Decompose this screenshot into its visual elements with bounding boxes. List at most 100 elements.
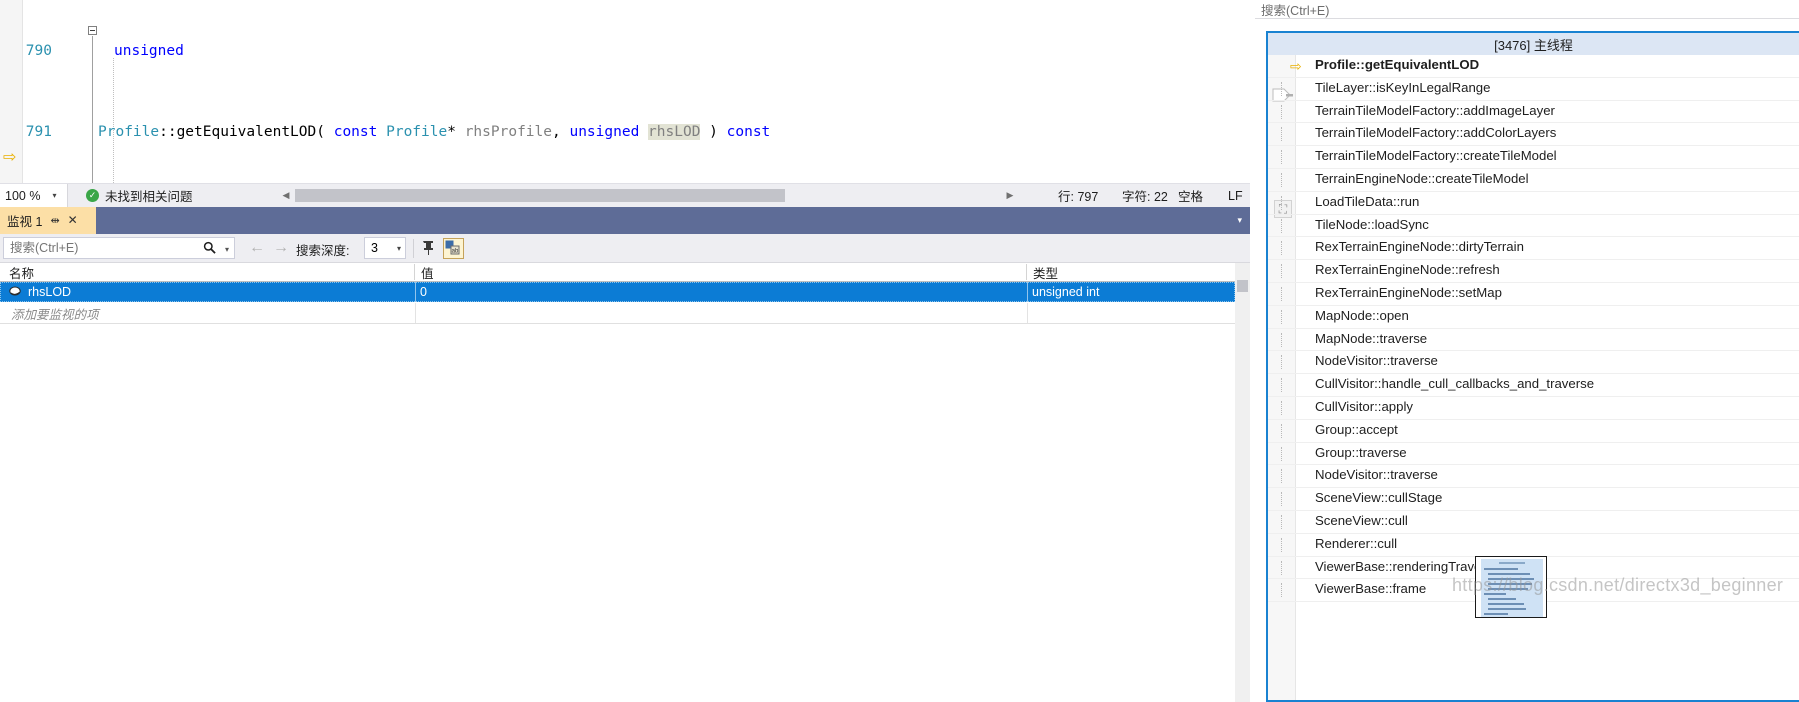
cell-name[interactable]: rhsLOD: [0, 282, 415, 302]
tab-watch-1[interactable]: 监视 1 ⇹ ✕: [0, 207, 96, 234]
visual-studio-debug-window: ⇨ 790 unsigned 791 Profile::getEquivalentL…: [0, 0, 1799, 702]
code-line-790: 790 unsigned: [0, 41, 1250, 61]
token-scope-call: ::getEquivalentLOD(: [159, 124, 334, 141]
column-header-value-label: 值: [421, 266, 434, 281]
watermark-text: https://blog.csdn.net/directx3d_beginner: [1452, 575, 1784, 595]
frame-tick-marker: [1281, 241, 1283, 256]
call-stack-frame[interactable]: TileNode::loadSync: [1268, 215, 1799, 238]
status-line-number: 行: 797: [1058, 190, 1099, 204]
call-stack-frame-label: Renderer::cull: [1315, 535, 1398, 551]
search-next-button[interactable]: →: [272, 239, 290, 257]
zoom-level-dropdown[interactable]: 100 % ▾: [0, 184, 68, 207]
watch-search-box[interactable]: ▾: [3, 237, 235, 259]
scroll-left-arrow-icon[interactable]: ◀: [278, 186, 294, 205]
call-stack-frame[interactable]: ⇨ Profile::getEquivalentLOD: [1268, 55, 1799, 78]
frame-tick-marker: [1281, 537, 1283, 552]
call-stack-search-placeholder: 搜索(Ctrl+E): [1261, 3, 1330, 18]
table-row[interactable]: rhsLOD 0 unsigned int: [0, 282, 1235, 302]
search-previous-button[interactable]: ←: [248, 239, 266, 257]
column-header-value[interactable]: 值: [415, 263, 1027, 281]
token-paren-tail: ): [700, 124, 727, 141]
call-stack-frame[interactable]: NodeVisitor::traverse: [1268, 465, 1799, 489]
pin-icon[interactable]: ⇹: [50, 214, 59, 227]
call-stack-frame-label: CullVisitor::handle_cull_callbacks_and_t…: [1315, 376, 1595, 392]
search-icon[interactable]: [203, 241, 216, 257]
cell-add-watch[interactable]: 添加要监视的项: [0, 303, 415, 323]
editor-horizontal-scrollbar[interactable]: ◀ ▶: [278, 186, 1018, 205]
close-icon[interactable]: ✕: [68, 213, 78, 227]
hexadecimal-display-button[interactable]: ab: [443, 238, 464, 259]
token-rhslod-highlight: rhsLOD: [648, 124, 701, 141]
cell-value[interactable]: 0: [415, 282, 1027, 302]
chevron-down-icon[interactable]: ▾: [1237, 215, 1242, 226]
watch-vertical-scrollbar[interactable]: [1235, 263, 1250, 702]
toolbar-separator: [413, 239, 414, 258]
call-stack-frame[interactable]: TileLayer::isKeyInLegalRange: [1268, 78, 1799, 101]
call-stack-search-box[interactable]: 搜索(Ctrl+E): [1255, 0, 1799, 19]
column-header-type[interactable]: 类型: [1027, 263, 1235, 281]
call-stack-frame[interactable]: SceneView::cull: [1268, 511, 1799, 534]
call-stack-frame-label: TileNode::loadSync: [1315, 216, 1429, 232]
cell-type: unsigned int: [1032, 285, 1100, 299]
call-stack-frame[interactable]: MapNode::traverse: [1268, 329, 1799, 352]
call-stack-thread-header[interactable]: [3476] 主线程: [1268, 33, 1799, 55]
call-stack-frame-label: Group::accept: [1315, 421, 1398, 437]
call-stack-list[interactable]: ⇨ Profile::getEquivalentLOD TileLayer::isK…: [1268, 55, 1799, 603]
call-stack-frame[interactable]: TerrainTileModelFactory::createTileModel: [1268, 146, 1799, 169]
scroll-right-arrow-icon[interactable]: ▶: [1002, 186, 1018, 205]
scrollbar-thumb[interactable]: [1237, 280, 1248, 292]
call-stack-frame[interactable]: RexTerrainEngineNode::setMap: [1268, 283, 1799, 306]
call-stack-frame-label: NodeVisitor::traverse: [1315, 353, 1438, 369]
search-depth-label: 搜索深度:: [296, 244, 350, 258]
call-stack-frame-label: SceneView::cull: [1315, 512, 1408, 528]
call-stack-frame[interactable]: Group::traverse: [1268, 443, 1799, 466]
call-stack-frame[interactable]: CullVisitor::apply: [1268, 397, 1799, 420]
call-stack-frame[interactable]: TerrainTileModelFactory::addImageLayer: [1268, 101, 1799, 124]
call-stack-frame[interactable]: MapNode::open: [1268, 306, 1799, 329]
call-stack-frame[interactable]: NodeVisitor::traverse: [1268, 351, 1799, 375]
token-comma: ,: [552, 124, 570, 141]
grid-header-row: 名称 值 类型: [0, 263, 1235, 282]
search-depth-dropdown[interactable]: 3 ▾: [364, 237, 406, 259]
code-text: 790 unsigned 791 Profile::getEquivalentLOD…: [0, 0, 1250, 183]
call-stack-frame[interactable]: RexTerrainEngineNode::refresh: [1268, 260, 1799, 283]
call-stack-frame-label: SceneView::cullStage: [1315, 490, 1443, 506]
call-stack-frame[interactable]: TerrainEngineNode::createTileModel: [1268, 169, 1799, 192]
watch-tab-strip: 监视 1 ⇹ ✕ ▾: [0, 207, 1250, 234]
hscroll-track[interactable]: [295, 189, 1001, 202]
call-stack-frame[interactable]: TerrainTileModelFactory::addColorLayers: [1268, 123, 1799, 147]
code-line-791: 791 Profile::getEquivalentLOD( const Prof…: [0, 122, 1250, 142]
call-stack-frame-label: MapNode::open: [1315, 307, 1409, 323]
call-stack-frame[interactable]: Group::accept: [1268, 420, 1799, 443]
frame-tick-marker: [1281, 127, 1283, 142]
frame-tick-marker: [1281, 492, 1283, 507]
frame-tick-marker: [1281, 446, 1283, 461]
cell-value[interactable]: [415, 303, 1027, 323]
problem-status[interactable]: ✓ 未找到相关问题: [86, 184, 193, 207]
code-editor[interactable]: ⇨ 790 unsigned 791 Profile::getEquivalentL…: [0, 0, 1250, 183]
call-stack-frame[interactable]: CullVisitor::handle_cull_callbacks_and_t…: [1268, 374, 1799, 397]
call-stack-frame[interactable]: Renderer::cull: [1268, 534, 1799, 557]
search-input[interactable]: [8, 240, 190, 256]
frame-tick-marker: [1281, 218, 1283, 233]
call-stack-frame[interactable]: RexTerrainEngineNode::dirtyTerrain: [1268, 237, 1799, 261]
watch-variables-grid[interactable]: 名称 值 类型 rhsLOD 0 unsigned int 添加要监视的项: [0, 263, 1250, 702]
frame-tick-marker: [1281, 172, 1283, 187]
call-stack-frame[interactable]: SceneView::cullStage: [1268, 488, 1799, 511]
chevron-down-icon: ▾: [52, 191, 57, 200]
chevron-down-icon[interactable]: ▾: [397, 244, 401, 253]
pin-watch-button[interactable]: [419, 238, 440, 259]
frame-tick-marker: [1281, 469, 1283, 484]
frame-tick-marker: [1281, 264, 1283, 279]
token-const-2: const: [726, 124, 771, 141]
chevron-down-icon[interactable]: ▾: [225, 245, 229, 254]
call-stack-frame[interactable]: LoadTileData::run: [1268, 192, 1799, 215]
call-stack-frame-label: LoadTileData::run: [1315, 193, 1420, 209]
line-number: 791: [25, 124, 52, 141]
hscroll-thumb[interactable]: [295, 189, 785, 202]
column-header-name[interactable]: 名称: [0, 263, 415, 281]
table-row[interactable]: 添加要监视的项: [0, 303, 1235, 323]
frame-tick-marker: [1281, 81, 1283, 96]
status-line-ending: LF: [1228, 188, 1243, 203]
frame-tick-marker: [1281, 560, 1283, 575]
